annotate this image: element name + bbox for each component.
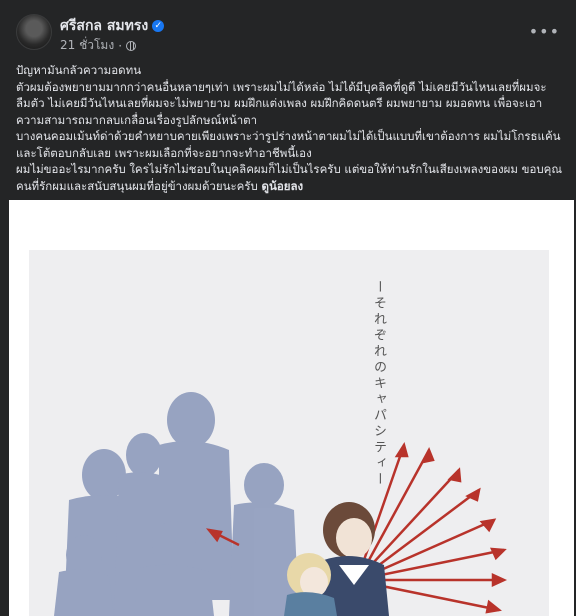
author-name-row: ศรีสกล สมทรง ✓ bbox=[60, 15, 165, 37]
post-line-1: ปัญหามันกลัวความอดทน bbox=[16, 63, 142, 77]
post-time[interactable]: 21 ชั่วโมง bbox=[60, 36, 114, 55]
globe-icon bbox=[126, 40, 137, 51]
author-name[interactable]: ศรีสกล สมทรง bbox=[60, 15, 148, 37]
author-avatar[interactable] bbox=[16, 14, 52, 50]
more-options-button[interactable]: ••• bbox=[529, 22, 560, 41]
artwork-illustration bbox=[54, 392, 508, 616]
post-line-2: ตัวผมต้องพยายามมากกว่าคนอื่นหลายๆเท่า เพ… bbox=[16, 79, 547, 127]
see-less-link[interactable]: ดูน้อยลง bbox=[261, 179, 303, 193]
post-line-4: ผมไม่ขออะไรมากครับ ใครไม่รักไม่ชอบในบุคล… bbox=[16, 162, 563, 193]
post-meta: 21 ชั่วโมง · bbox=[60, 36, 137, 55]
post-text: ปัญหามันกลัวความอดทน ตัวผมต้องพยายามมากก… bbox=[16, 62, 564, 194]
verified-badge-icon: ✓ bbox=[152, 20, 165, 32]
post-header: ศรีสกล สมทรง ✓ 21 ชั่วโมง · ••• bbox=[0, 0, 576, 60]
post-line-3: บางคนคอมเม้นท์ด่าด้วยคำหยาบคายเพียงเพราะ… bbox=[16, 129, 561, 160]
post-image[interactable]: ーそれぞれのキャパシティー bbox=[9, 200, 574, 616]
